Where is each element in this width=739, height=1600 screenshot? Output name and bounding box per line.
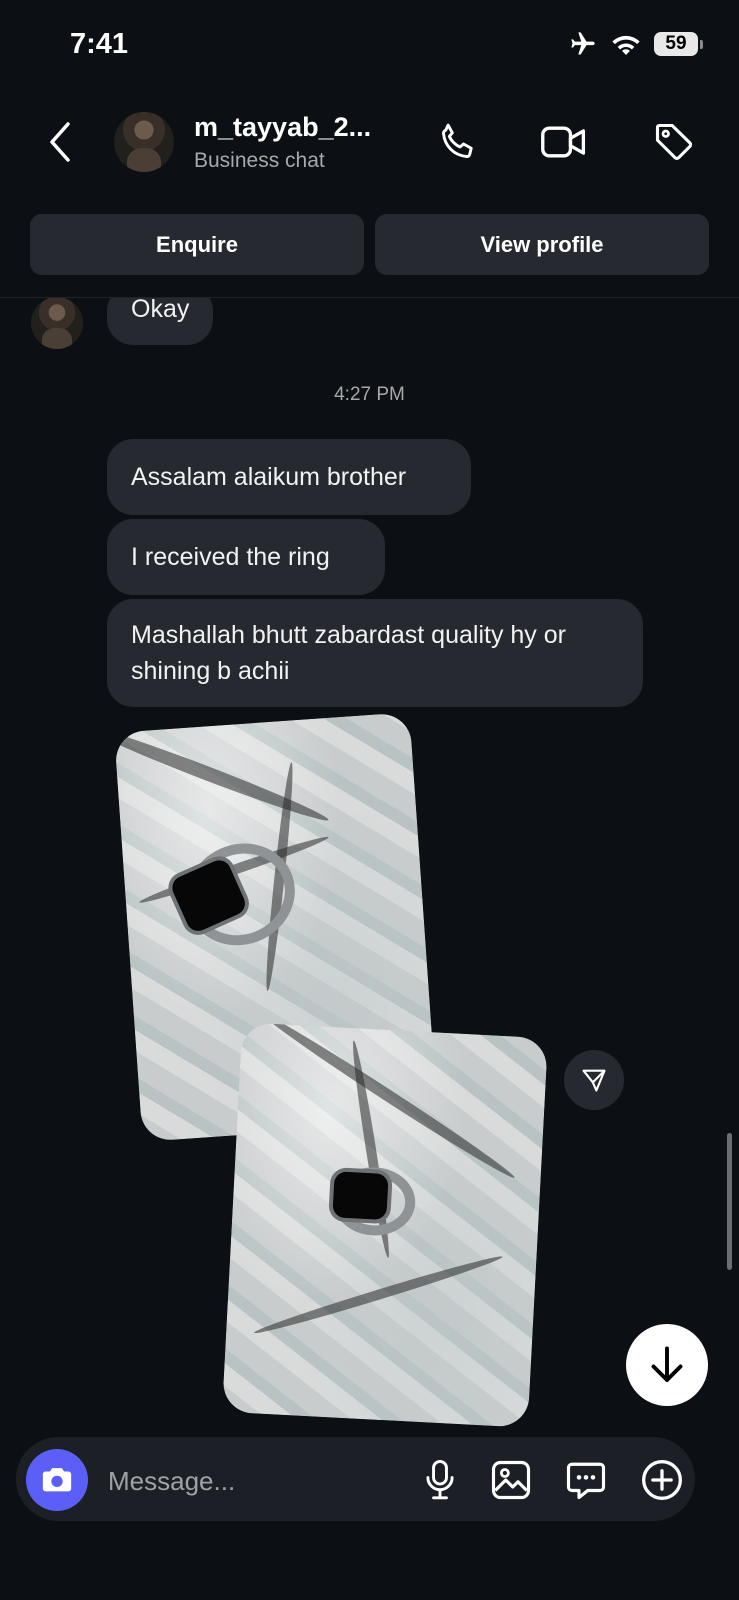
avatar[interactable] [114,112,174,172]
message-text: Mashallah bhutt zabardast quality hy or … [131,621,566,685]
tag-icon [655,123,693,160]
ring-photo-2[interactable] [222,1022,548,1428]
image-icon [491,1460,531,1500]
gallery-button[interactable] [487,1456,535,1504]
video-camera-icon [541,126,586,158]
enquire-button[interactable]: Enquire [30,214,364,275]
camera-button[interactable] [26,1449,88,1511]
wifi-icon [612,35,640,56]
battery-indicator: 59 [654,32,698,56]
scroll-clip [0,285,739,297]
sticker-button[interactable] [562,1456,610,1504]
status-time: 7:41 [70,28,129,60]
scrollbar[interactable] [727,1133,732,1270]
view-profile-button[interactable]: View profile [375,214,709,275]
message-bubble[interactable]: Mashallah bhutt zabardast quality hy or … [107,599,643,707]
share-button[interactable] [564,1050,624,1110]
message-input[interactable] [106,1460,390,1502]
header-divider-bottom [0,297,739,298]
audio-call-button[interactable] [434,118,482,166]
back-button[interactable] [36,118,84,166]
message-bubble[interactable]: I received the ring [107,519,385,595]
chat-username[interactable]: m_tayyab_2... [194,112,371,143]
message-text: I received the ring [131,543,330,571]
scroll-to-bottom-button[interactable] [626,1324,708,1406]
label-button[interactable] [650,118,698,166]
chat-subtitle: Business chat [194,149,325,172]
chevron-left-icon [50,122,70,162]
send-icon [582,1069,606,1092]
plus-circle-icon [642,1460,682,1500]
message-text: Assalam alaikum brother [131,463,407,491]
airplane-icon [571,32,595,55]
sender-avatar[interactable] [31,297,83,349]
battery-tip [700,39,703,49]
status-icons: 59 [568,30,703,58]
arrow-down-icon [651,1346,683,1382]
video-call-button[interactable] [540,118,588,166]
more-options-button[interactable] [638,1456,686,1504]
microphone-icon [426,1459,454,1500]
chat-bubble-icon [566,1462,606,1500]
phone-icon [442,123,473,158]
message-timestamp: 4:27 PM [334,384,405,405]
message-bubble[interactable]: Assalam alaikum brother [107,439,471,515]
voice-message-button[interactable] [416,1456,464,1504]
camera-icon [42,1468,72,1492]
